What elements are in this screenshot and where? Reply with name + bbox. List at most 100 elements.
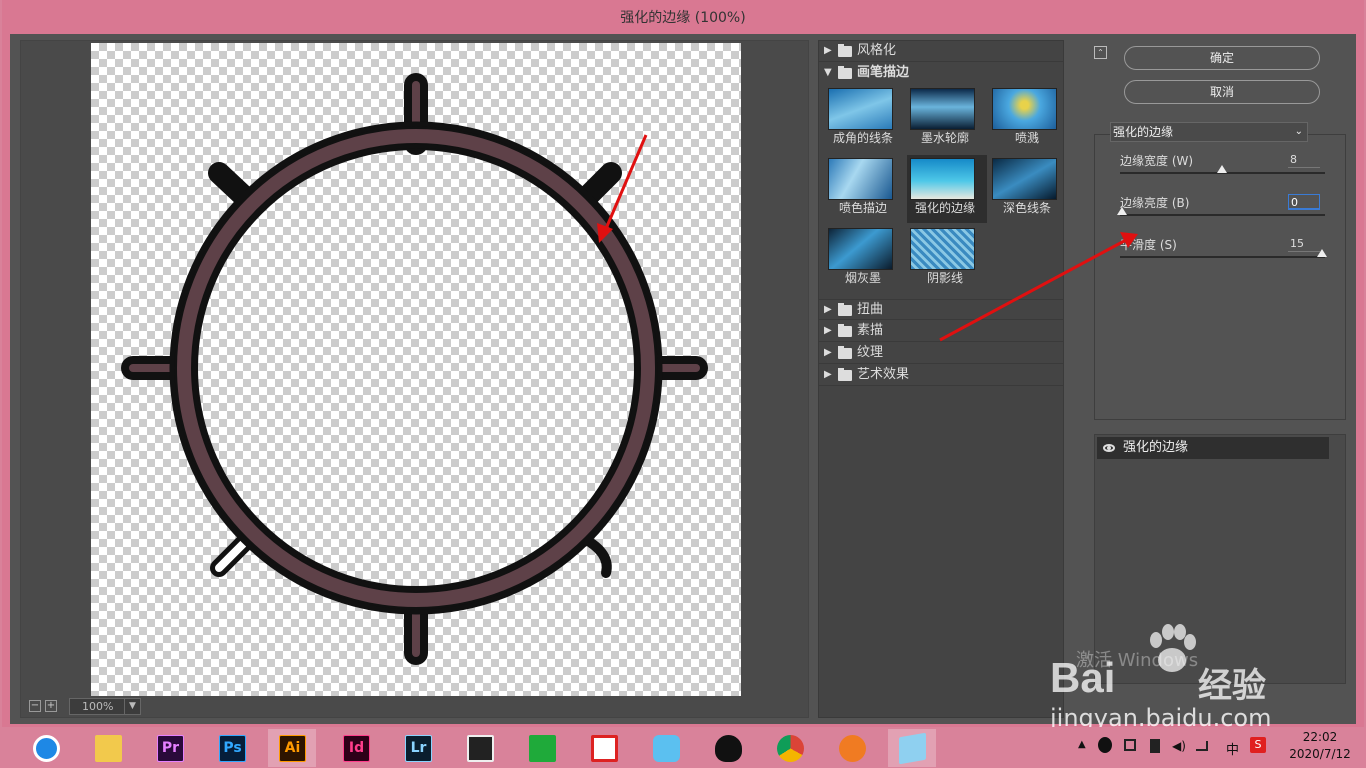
triangle-right-icon: ▶ [824,369,832,380]
filter-select[interactable]: 强化的边缘 ⌄ [1110,122,1308,142]
clock-time: 22:02 [1302,730,1338,744]
category-stylize[interactable]: ▶ 风格化 [819,41,1064,62]
clock-date: 2020/7/12 [1289,747,1351,761]
qq-tray-icon[interactable] [1098,737,1112,753]
folder-icon [838,303,852,316]
window-title: 强化的边缘 (100%) [620,10,746,26]
chevron-down-icon: ▼ [124,699,140,714]
collapse-gallery-icon[interactable]: ⌃ [1094,46,1107,59]
taskbar-explorer[interactable] [84,729,132,767]
zoom-select[interactable]: 100% ▼ [69,698,141,715]
edge-width-slider-knob[interactable] [1217,165,1227,173]
filter-thumbnail-image [828,88,893,130]
folder-icon [838,368,852,381]
chrome-icon [777,735,804,762]
filter-thumb-accented-edges[interactable]: 强化的边缘 [907,155,987,223]
taskbar-orange-app[interactable] [828,729,876,767]
zoom-value: 100% [82,700,114,713]
annotation-arrow [939,232,1138,342]
filter-thumbnail-image [828,228,893,270]
taskbar-green-app[interactable] [518,729,566,767]
green-app-icon [529,735,556,762]
sogou-ime-icon[interactable]: S [1250,737,1266,753]
taskbar-illustrator[interactable]: Ai [268,729,316,767]
signal-icon[interactable] [1196,741,1208,751]
filter-thumb-spatter[interactable]: 喷溅 [989,85,1069,153]
filter-select-value: 强化的边缘 [1113,125,1174,139]
browser-icon [33,735,60,762]
edge-width-input[interactable]: 8 [1288,152,1320,168]
ime-indicator[interactable]: 中 [1226,739,1239,758]
effect-layer-name: 强化的边缘 [1123,440,1189,455]
taskbar-browser[interactable] [22,729,70,767]
chevron-down-icon: ⌄ [1294,126,1303,137]
taskbar-premiere[interactable]: Pr [146,729,194,767]
filter-thumb-angled-strokes[interactable]: 成角的线条 [825,85,905,153]
filter-thumbnail-image [910,158,975,200]
param-edge-width: 边缘宽度 (W) 8 [1120,152,1326,192]
file-explorer-icon [95,735,122,762]
preview-panel: − + 100% ▼ [20,40,809,718]
taskbar-video[interactable] [456,729,504,767]
triangle-right-icon: ▶ [824,45,832,56]
filter-thumb-dark-strokes[interactable]: 深色线条 [989,155,1069,223]
preview-canvas[interactable] [91,43,741,696]
triangle-right-icon: ▶ [824,347,832,358]
smoothness-input[interactable]: 15 [1288,236,1320,252]
smoothness-slider-knob[interactable] [1317,249,1327,257]
category-texture[interactable]: ▶ 纹理 [819,343,1064,364]
speaker-icon[interactable]: ◀) [1172,739,1186,753]
filter-thumbnail-image [992,158,1057,200]
blue-app-icon [899,732,926,765]
taskbar-red-app[interactable] [580,729,628,767]
taskbar-clock[interactable]: 22:02 2020/7/12 [1280,729,1360,763]
photoshop-icon: Ps [219,735,246,762]
taskbar: Pr Ps Ai Id Lr ▲ ◀) 中 S 22:02 2020/7/12 [0,727,1366,768]
taskbar-blue-app[interactable] [888,729,936,767]
baidu-logo-text: Bai [1050,654,1116,701]
category-brush-strokes[interactable]: ▼ 画笔描边 [819,63,1064,84]
zoom-in-button[interactable]: + [45,700,57,712]
illustrator-icon: Ai [279,735,306,762]
watermark: 激活 Windows Bai 经验 jingyan.baidu.com [1010,610,1366,740]
taskbar-bird-app[interactable] [642,729,690,767]
folder-icon [838,324,852,337]
taskbar-chrome[interactable] [766,729,814,767]
triangle-down-icon: ▼ [824,67,832,78]
filter-thumb-ink-outlines[interactable]: 墨水轮廓 [907,85,987,153]
folder-icon [838,44,852,57]
taskbar-photoshop[interactable]: Ps [208,729,256,767]
lightroom-icon: Lr [405,735,432,762]
premiere-icon: Pr [157,735,184,762]
zoom-bar: − + 100% ▼ [25,697,325,715]
video-editor-icon [467,735,494,762]
filter-thumbnail-image [828,158,893,200]
category-artistic[interactable]: ▶ 艺术效果 [819,365,1064,386]
folder-icon [838,346,852,359]
qq-icon [715,735,742,762]
network-status-icon[interactable] [1124,739,1136,751]
filter-thumbnail-image [910,88,975,130]
taskbar-lightroom[interactable]: Lr [394,729,442,767]
ok-button[interactable]: 确定 [1124,46,1320,70]
ring-artwork [121,73,708,665]
filter-thumb-sprayed-strokes[interactable]: 喷色描边 [825,155,905,223]
cancel-button[interactable]: 取消 [1124,80,1320,104]
filter-thumb-sumi-e[interactable]: 烟灰墨 [825,225,905,293]
eye-icon[interactable] [1103,444,1115,452]
chevron-up-icon[interactable]: ▲ [1078,739,1086,750]
taskbar-indesign[interactable]: Id [332,729,380,767]
bird-app-icon [653,735,680,762]
triangle-right-icon: ▶ [824,304,832,315]
zoom-out-button[interactable]: − [29,700,41,712]
orange-app-icon [839,735,866,762]
filter-thumbnail-image [992,88,1057,130]
edge-brightness-input[interactable]: 0 [1288,194,1320,210]
taskbar-qq[interactable] [704,729,752,767]
red-green-app-icon [591,735,618,762]
triangle-right-icon: ▶ [824,325,832,336]
effect-layer-row[interactable]: 强化的边缘 [1097,437,1329,459]
paw-icon [1150,624,1196,672]
folder-icon [838,66,852,79]
battery-icon[interactable] [1150,739,1160,753]
